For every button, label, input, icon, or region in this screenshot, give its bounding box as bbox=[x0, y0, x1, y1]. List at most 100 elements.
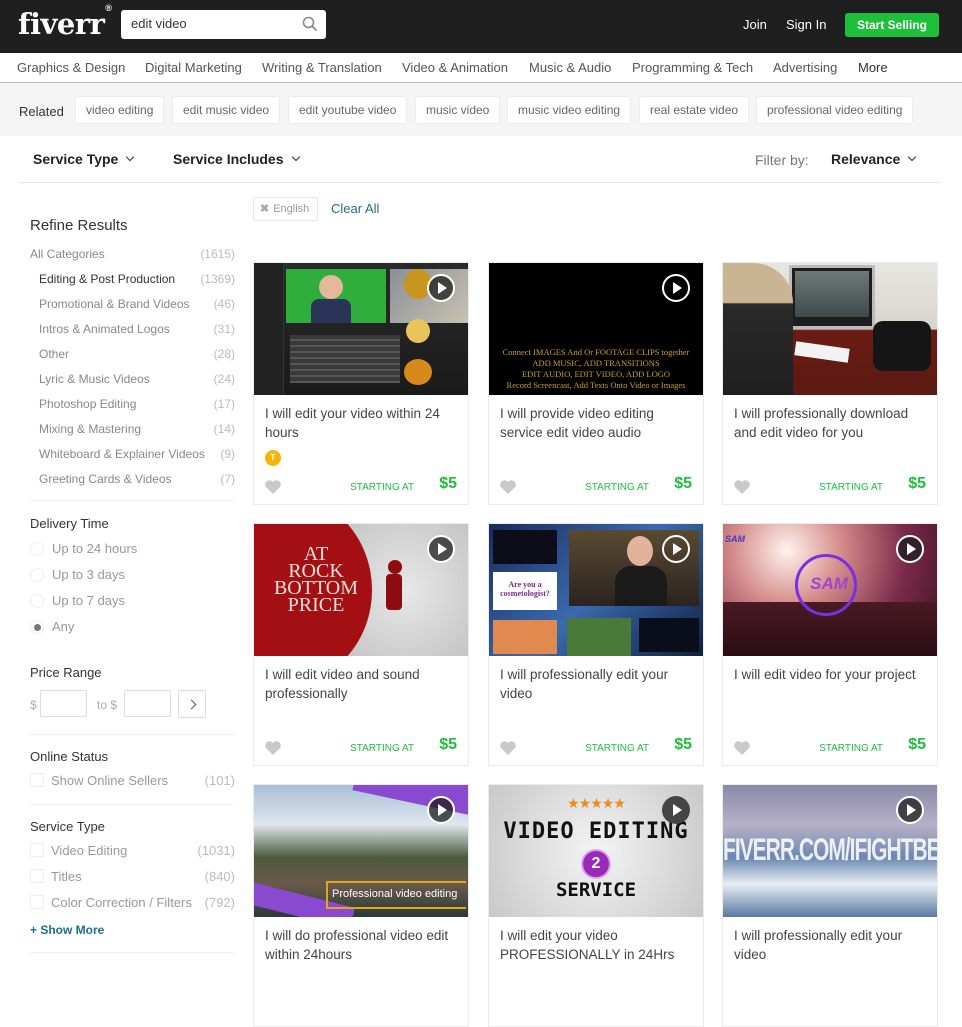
play-icon[interactable] bbox=[662, 796, 690, 824]
category-item[interactable]: Other (28) bbox=[39, 347, 235, 361]
nav-item-writing-translation[interactable]: Writing & Translation bbox=[262, 60, 382, 75]
gig-thumbnail[interactable] bbox=[723, 263, 937, 395]
service-type-dropdown[interactable]: Service Type bbox=[33, 151, 135, 167]
gig-title[interactable]: I will edit your video PROFESSIONALLY in… bbox=[500, 926, 696, 964]
service-type-title: Service Type bbox=[30, 819, 105, 834]
service-includes-dropdown[interactable]: Service Includes bbox=[173, 151, 300, 167]
play-icon[interactable] bbox=[427, 796, 455, 824]
gig-title[interactable]: I will professionally edit your video bbox=[500, 665, 696, 703]
gig-thumbnail[interactable]: SAM SAM bbox=[723, 524, 937, 656]
gig-thumbnail[interactable]: Professional video editing bbox=[254, 785, 468, 917]
heart-icon[interactable] bbox=[499, 479, 517, 495]
related-chip[interactable]: professional video editing bbox=[756, 96, 914, 124]
start-selling-button[interactable]: Start Selling bbox=[845, 13, 939, 37]
play-icon[interactable] bbox=[427, 274, 455, 302]
radio-button[interactable] bbox=[30, 542, 44, 556]
related-chip[interactable]: edit music video bbox=[172, 96, 281, 124]
nav-item-graphics-design[interactable]: Graphics & Design bbox=[17, 60, 125, 75]
category-all[interactable]: All Categories (1615) bbox=[30, 247, 235, 261]
gig-title[interactable]: I will edit your video within 24 hours bbox=[265, 404, 461, 442]
nav-item-programming-tech[interactable]: Programming & Tech bbox=[632, 60, 753, 75]
sort-value: Relevance bbox=[831, 151, 901, 167]
radio-button-selected[interactable] bbox=[30, 620, 44, 634]
gig-title[interactable]: I will professionally edit your video bbox=[734, 926, 930, 964]
play-icon[interactable] bbox=[662, 274, 690, 302]
heart-icon[interactable] bbox=[264, 740, 282, 756]
gig-card[interactable]: Professional video editing I will do pro… bbox=[253, 784, 469, 1027]
search-icon[interactable] bbox=[302, 16, 318, 32]
gig-title[interactable]: I will do professional video edit within… bbox=[265, 926, 461, 964]
play-icon[interactable] bbox=[896, 796, 924, 824]
gig-thumbnail[interactable]: FIVERR.COM/IFIGHTBEARS bbox=[723, 785, 937, 917]
radio-label: Up to 7 days bbox=[52, 593, 125, 608]
related-chip[interactable]: real estate video bbox=[639, 96, 750, 124]
checkbox[interactable] bbox=[30, 895, 44, 909]
radio-button[interactable] bbox=[30, 594, 44, 608]
gig-card[interactable]: AT ROCK BOTTOM PRICE I will edit video a… bbox=[253, 523, 469, 766]
nav-item-digital-marketing[interactable]: Digital Marketing bbox=[145, 60, 242, 75]
thumbnail-text: Professional video editing bbox=[332, 888, 458, 900]
checkbox[interactable] bbox=[30, 773, 44, 787]
search-input[interactable] bbox=[131, 16, 301, 31]
gig-card[interactable]: FIVERR.COM/IFIGHTBEARS I will profession… bbox=[722, 784, 938, 1027]
category-item[interactable]: Whiteboard & Explainer Videos (9) bbox=[39, 447, 235, 461]
price-max-input[interactable] bbox=[124, 690, 171, 717]
gig-title[interactable]: I will edit video for your project bbox=[734, 665, 930, 684]
category-item[interactable]: Editing & Post Production (1369) bbox=[39, 272, 235, 286]
gig-thumbnail[interactable]: Are you a cosmetologist? bbox=[489, 524, 703, 656]
related-chip[interactable]: video editing bbox=[75, 96, 165, 124]
thumbnail-text: Record Screencast, Add Texts Onto Video … bbox=[506, 380, 686, 390]
nav-item-more[interactable]: More bbox=[858, 60, 888, 75]
gig-card[interactable]: Are you a cosmetologist? I will professi… bbox=[488, 523, 704, 766]
category-item[interactable]: Intros & Animated Logos (31) bbox=[39, 322, 235, 336]
category-item[interactable]: Photoshop Editing (17) bbox=[39, 397, 235, 411]
nav-item-music-audio[interactable]: Music & Audio bbox=[529, 60, 611, 75]
join-link[interactable]: Join bbox=[743, 17, 767, 32]
option-count: (1031) bbox=[197, 843, 235, 858]
gig-title[interactable]: I will edit video and sound professional… bbox=[265, 665, 461, 703]
nav-item-video-animation[interactable]: Video & Animation bbox=[402, 60, 508, 75]
gig-card[interactable]: I will professionally download and edit … bbox=[722, 262, 938, 505]
starting-at-label: STARTING AT bbox=[819, 482, 883, 493]
gig-card[interactable]: Connect IMAGES And Or FOOTAGE CLIPS toge… bbox=[488, 262, 704, 505]
sort-dropdown[interactable]: Relevance bbox=[831, 151, 917, 167]
fiverr-logo[interactable]: fiverr® bbox=[18, 3, 112, 41]
checkbox[interactable] bbox=[30, 843, 44, 857]
gig-title[interactable]: I will professionally download and edit … bbox=[734, 404, 930, 442]
sign-in-link[interactable]: Sign In bbox=[786, 17, 826, 32]
price-apply-button[interactable] bbox=[178, 690, 206, 718]
gig-thumbnail[interactable]: AT ROCK BOTTOM PRICE bbox=[254, 524, 468, 656]
related-chip[interactable]: edit youtube video bbox=[288, 96, 408, 124]
heart-icon[interactable] bbox=[733, 740, 751, 756]
clear-all-link[interactable]: Clear All bbox=[331, 201, 379, 216]
play-icon[interactable] bbox=[662, 535, 690, 563]
gig-thumbnail[interactable]: Connect IMAGES And Or FOOTAGE CLIPS toge… bbox=[489, 263, 703, 395]
gig-card[interactable]: ★★★★★ VIDEO EDITING 2 SERVICE I will edi… bbox=[488, 784, 704, 1027]
gig-title[interactable]: I will provide video editing service edi… bbox=[500, 404, 696, 442]
nav-item-advertising[interactable]: Advertising bbox=[773, 60, 837, 75]
radio-button[interactable] bbox=[30, 568, 44, 582]
price-min-input[interactable] bbox=[40, 690, 87, 717]
heart-icon[interactable] bbox=[499, 740, 517, 756]
category-item[interactable]: Mixing & Mastering (14) bbox=[39, 422, 235, 436]
gig-card[interactable]: I will edit your video within 24 hours T… bbox=[253, 262, 469, 505]
heart-icon[interactable] bbox=[733, 479, 751, 495]
category-count: (46) bbox=[213, 297, 235, 311]
close-icon[interactable]: ✖ bbox=[260, 203, 269, 215]
gig-card[interactable]: SAM SAM I will edit video for your proje… bbox=[722, 523, 938, 766]
thumbnail-text: Are you a cosmetologist? bbox=[500, 580, 550, 598]
heart-icon[interactable] bbox=[264, 479, 282, 495]
active-filter-chip[interactable]: ✖ English bbox=[253, 197, 319, 221]
show-more-link[interactable]: + Show More bbox=[30, 923, 104, 937]
play-icon[interactable] bbox=[427, 535, 455, 563]
related-chip[interactable]: music video editing bbox=[507, 96, 632, 124]
currency-label: $ bbox=[30, 698, 37, 712]
play-icon[interactable] bbox=[896, 535, 924, 563]
category-item[interactable]: Lyric & Music Videos (24) bbox=[39, 372, 235, 386]
category-item[interactable]: Greeting Cards & Videos (7) bbox=[39, 472, 235, 486]
related-chip[interactable]: music video bbox=[415, 96, 501, 124]
gig-thumbnail[interactable]: ★★★★★ VIDEO EDITING 2 SERVICE bbox=[489, 785, 703, 917]
gig-thumbnail[interactable] bbox=[254, 263, 468, 395]
checkbox[interactable] bbox=[30, 869, 44, 883]
category-item[interactable]: Promotional & Brand Videos (46) bbox=[39, 297, 235, 311]
